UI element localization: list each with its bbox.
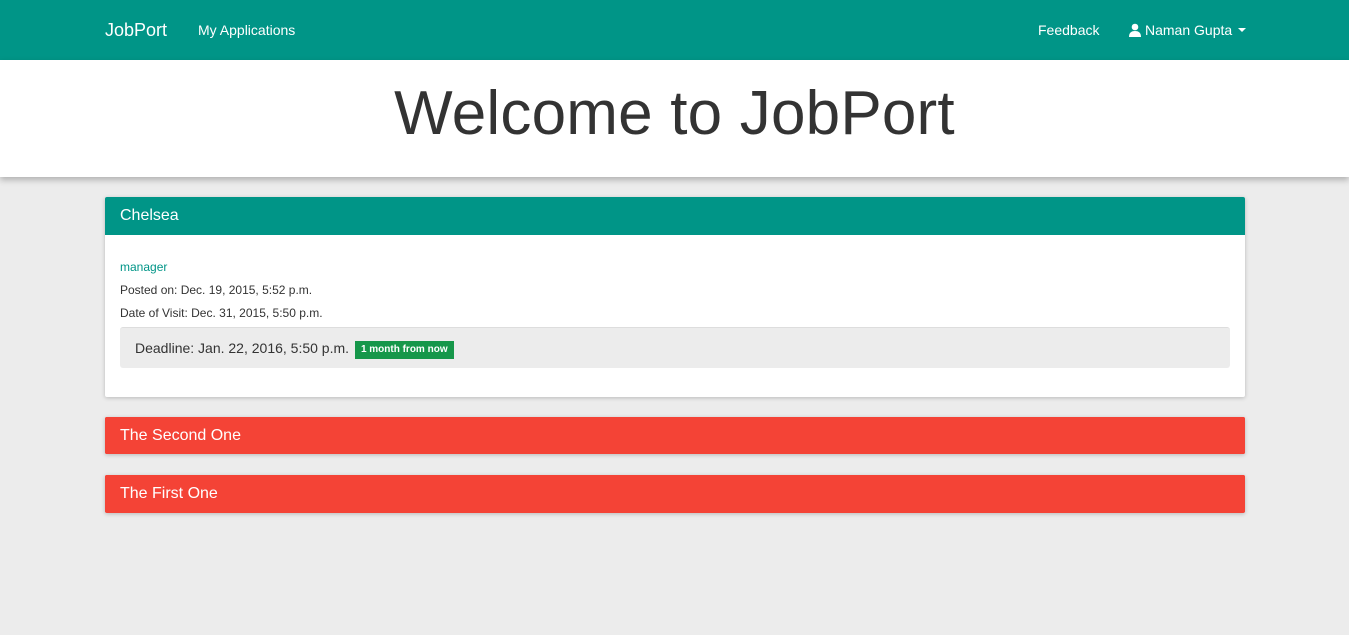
panel-heading[interactable]: The First One: [105, 475, 1245, 512]
brand-link[interactable]: JobPort: [105, 0, 167, 60]
date-of-visit-text: Date of Visit: Dec. 31, 2015, 5:50 p.m.: [120, 306, 323, 320]
user-menu-dropdown[interactable]: Naman Gupta: [1128, 0, 1247, 60]
application-panel-second: The Second One: [105, 417, 1245, 454]
application-panel-chelsea: Chelsea manager Posted on: Dec. 19, 2015…: [105, 197, 1245, 397]
page-title: Welcome to JobPort: [394, 79, 955, 148]
user-name: Naman Gupta: [1145, 22, 1233, 38]
nav-my-applications[interactable]: My Applications: [198, 0, 295, 60]
top-navbar: JobPort My Applications Feedback Naman G…: [0, 0, 1349, 60]
user-icon: [1129, 23, 1141, 37]
panel-heading[interactable]: The Second One: [105, 417, 1245, 454]
chevron-down-icon: [1238, 28, 1247, 32]
nav-feedback[interactable]: Feedback: [1038, 0, 1099, 60]
deadline-well: Deadline: Jan. 22, 2016, 5:50 p.m. 1 mon…: [120, 327, 1230, 368]
panel-heading[interactable]: Chelsea: [105, 197, 1245, 235]
role-link[interactable]: manager: [120, 257, 1230, 280]
posted-on-text: Posted on: Dec. 19, 2015, 5:52 p.m.: [120, 283, 313, 297]
panel-body: manager Posted on: Dec. 19, 2015, 5:52 p…: [105, 235, 1245, 368]
deadline-badge: 1 month from now: [354, 341, 454, 359]
deadline-text: Deadline: Jan. 22, 2016, 5:50 p.m.: [135, 340, 350, 356]
application-panel-first: The First One: [105, 475, 1245, 513]
welcome-banner: Welcome to JobPort: [0, 60, 1349, 177]
